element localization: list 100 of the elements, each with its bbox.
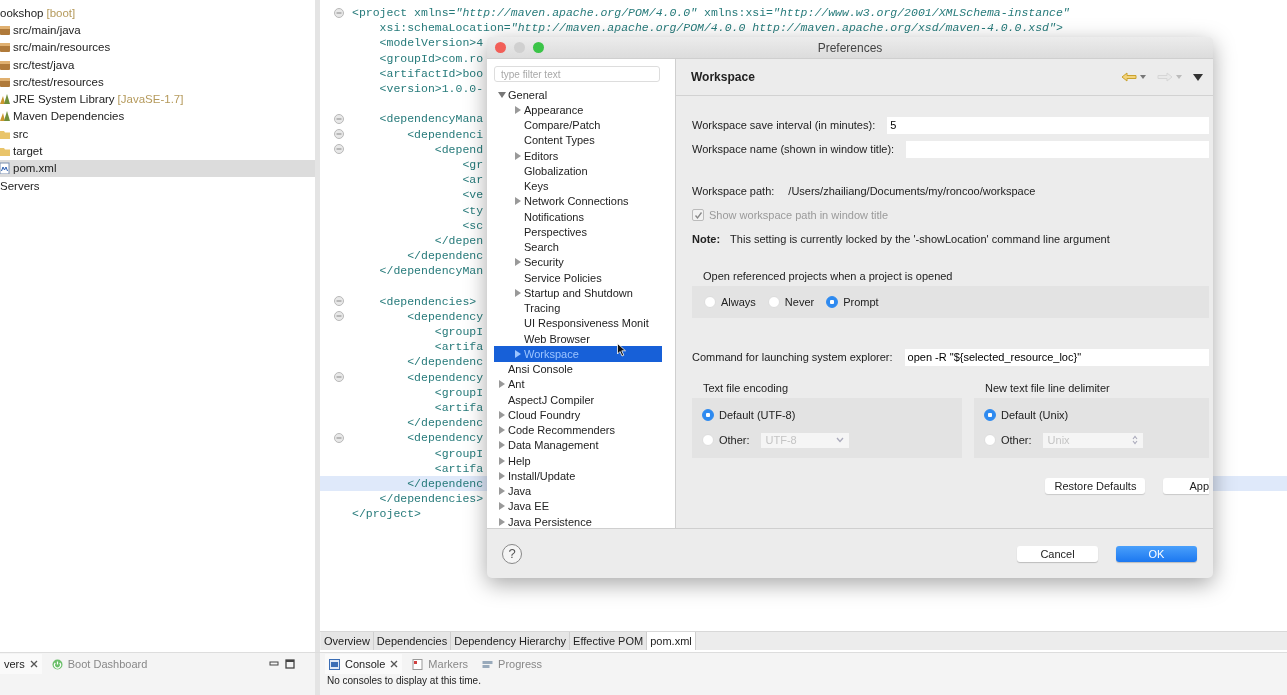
code-line: <project xmlns="http://maven.apache.org/POM/4.0.0" xmlns:xsi="http://www.w3.org/2001/XMLSchema-instance"	[351, 5, 1070, 21]
caret-icon[interactable]	[1176, 75, 1182, 79]
editor-tab[interactable]: pom.xml	[647, 632, 696, 650]
tree-item[interactable]: pom.xml	[0, 159, 315, 177]
tree-item[interactable]: Java	[494, 483, 662, 499]
code-line: <dependenci	[406, 126, 484, 142]
expand-icon[interactable]	[514, 197, 522, 206]
minimize-icon[interactable]	[269, 659, 279, 669]
window-close-button[interactable]	[495, 42, 506, 53]
tree-item[interactable]: target	[0, 142, 315, 160]
fold-icon[interactable]	[334, 432, 344, 443]
back-arrow-icon[interactable]	[1121, 72, 1137, 82]
note-label: Note:	[692, 233, 721, 245]
tree-item[interactable]: src/test/java	[0, 55, 315, 74]
input-field[interactable]: open -R "${selected_resource_loc}"	[904, 348, 1209, 366]
expand-icon[interactable]	[514, 105, 522, 114]
tree-item[interactable]: Notifications	[494, 209, 662, 225]
tree-item[interactable]: General	[494, 87, 662, 103]
tree-item[interactable]: Compare/Patch	[494, 117, 662, 133]
code-line: </project>	[351, 506, 421, 522]
tree-item[interactable]: Maven Dependencies	[0, 107, 315, 126]
fold-icon[interactable]	[334, 113, 344, 124]
fold-icon[interactable]	[334, 296, 344, 307]
tree-item[interactable]: Network Connections	[494, 193, 662, 209]
tree-item[interactable]: AspectJ Compiler	[494, 392, 662, 408]
tree-item[interactable]: Servers	[0, 176, 315, 195]
close-icon[interactable]	[390, 660, 399, 668]
fold-icon[interactable]	[334, 372, 344, 383]
tree-item[interactable]: Search	[494, 239, 662, 255]
note-text: This setting is currently locked by the '-showLocation' command line argument	[730, 233, 1110, 245]
tree-item[interactable]: Web Browser	[494, 331, 662, 347]
tree-item[interactable]: src/main/resources	[0, 38, 315, 56]
expand-icon[interactable]	[498, 426, 506, 435]
tree-item[interactable]: src/main/java	[0, 21, 315, 39]
view-tab[interactable]: vers	[0, 654, 42, 674]
radio-button[interactable]	[826, 296, 839, 308]
expand-icon[interactable]	[498, 471, 506, 480]
maximize-icon[interactable]	[285, 659, 295, 669]
window-zoom-button[interactable]	[533, 42, 544, 53]
code-line: <groupId>com.ro	[378, 50, 484, 66]
tree-item[interactable]: Ant	[494, 376, 662, 392]
tree-item[interactable]: Keys	[494, 178, 662, 194]
expand-icon[interactable]	[514, 288, 522, 297]
tree-item[interactable]: ookshop [boot]	[0, 4, 315, 22]
editor-tab[interactable]: Effective POM	[570, 632, 648, 650]
close-icon[interactable]	[29, 660, 38, 668]
expand-icon[interactable]	[498, 380, 506, 389]
input-field[interactable]: 5	[887, 116, 1209, 134]
expand-icon[interactable]	[498, 441, 506, 450]
tree-item[interactable]: Cloud Foundry	[494, 407, 662, 423]
tree-item[interactable]: src/test/resources	[0, 73, 315, 91]
expand-icon[interactable]	[498, 487, 506, 496]
tree-item[interactable]: Service Policies	[494, 270, 662, 286]
tree-item[interactable]: Java Persistence	[494, 514, 662, 528]
expand-icon[interactable]	[498, 502, 506, 511]
help-button[interactable]: ?	[502, 543, 522, 564]
tree-item[interactable]: Startup and Shutdown	[494, 285, 662, 301]
tree-item[interactable]: Install/Update	[494, 468, 662, 484]
expand-icon[interactable]	[514, 258, 522, 267]
tree-item[interactable]: Ansi Console	[494, 361, 662, 377]
tree-item[interactable]: Globalization	[494, 163, 662, 179]
page-button[interactable]: App	[1163, 478, 1209, 494]
fold-icon[interactable]	[334, 144, 344, 155]
fold-icon[interactable]	[334, 129, 344, 140]
tree-item[interactable]: Code Recommenders	[494, 422, 662, 438]
expand-icon[interactable]	[498, 517, 506, 526]
caret-icon[interactable]	[1140, 75, 1146, 79]
collapse-icon[interactable]	[498, 90, 506, 99]
tree-item[interactable]: Help	[494, 453, 662, 469]
tree-item[interactable]: Tracing	[494, 300, 662, 316]
code-line: <dependency	[406, 430, 484, 446]
tree-item[interactable]: src	[0, 125, 315, 143]
code-line: <depend	[433, 141, 484, 157]
tree-item[interactable]: Data Management	[494, 437, 662, 453]
tree-item[interactable]: Content Types	[494, 132, 662, 148]
radio-button[interactable]	[984, 409, 996, 421]
code-line: xsi:schemaLocation="http://maven.apache.org/POM/4.0.0 http://maven.apache.org/xsd/maven-4.0.0.xsd">	[378, 20, 1063, 36]
expand-icon[interactable]	[498, 410, 506, 419]
fold-icon[interactable]	[334, 7, 344, 18]
tree-item[interactable]: Editors	[494, 148, 662, 164]
tree-item[interactable]: UI Responsiveness Monit	[494, 315, 662, 331]
expand-icon[interactable]	[514, 151, 522, 160]
expand-icon[interactable]	[498, 456, 506, 465]
expand-icon[interactable]	[514, 349, 522, 358]
editor-tab[interactable]: Dependency Hierarchy	[451, 632, 571, 650]
dialog-button[interactable]: Cancel	[1017, 545, 1098, 562]
power-icon	[51, 658, 63, 670]
tree-item[interactable]: Security	[494, 254, 662, 270]
editor-tab[interactable]: Dependencies	[373, 632, 452, 650]
tree-item[interactable]: Perspectives	[494, 224, 662, 240]
radio-button[interactable]	[702, 409, 714, 421]
view-menu-icon[interactable]	[1193, 73, 1203, 81]
editor-tab[interactable]: Overview	[321, 632, 374, 650]
filter-field[interactable]: type filter text	[494, 66, 660, 82]
tree-item[interactable]: Appearance	[494, 102, 662, 118]
tree-item[interactable]: JRE System Library [JavaSE-1.7]	[0, 90, 315, 108]
fold-icon[interactable]	[334, 311, 344, 322]
page-button[interactable]: Restore Defaults	[1045, 478, 1146, 494]
tree-item[interactable]: Java EE	[494, 498, 662, 514]
view-tab[interactable]: Console	[325, 654, 403, 674]
